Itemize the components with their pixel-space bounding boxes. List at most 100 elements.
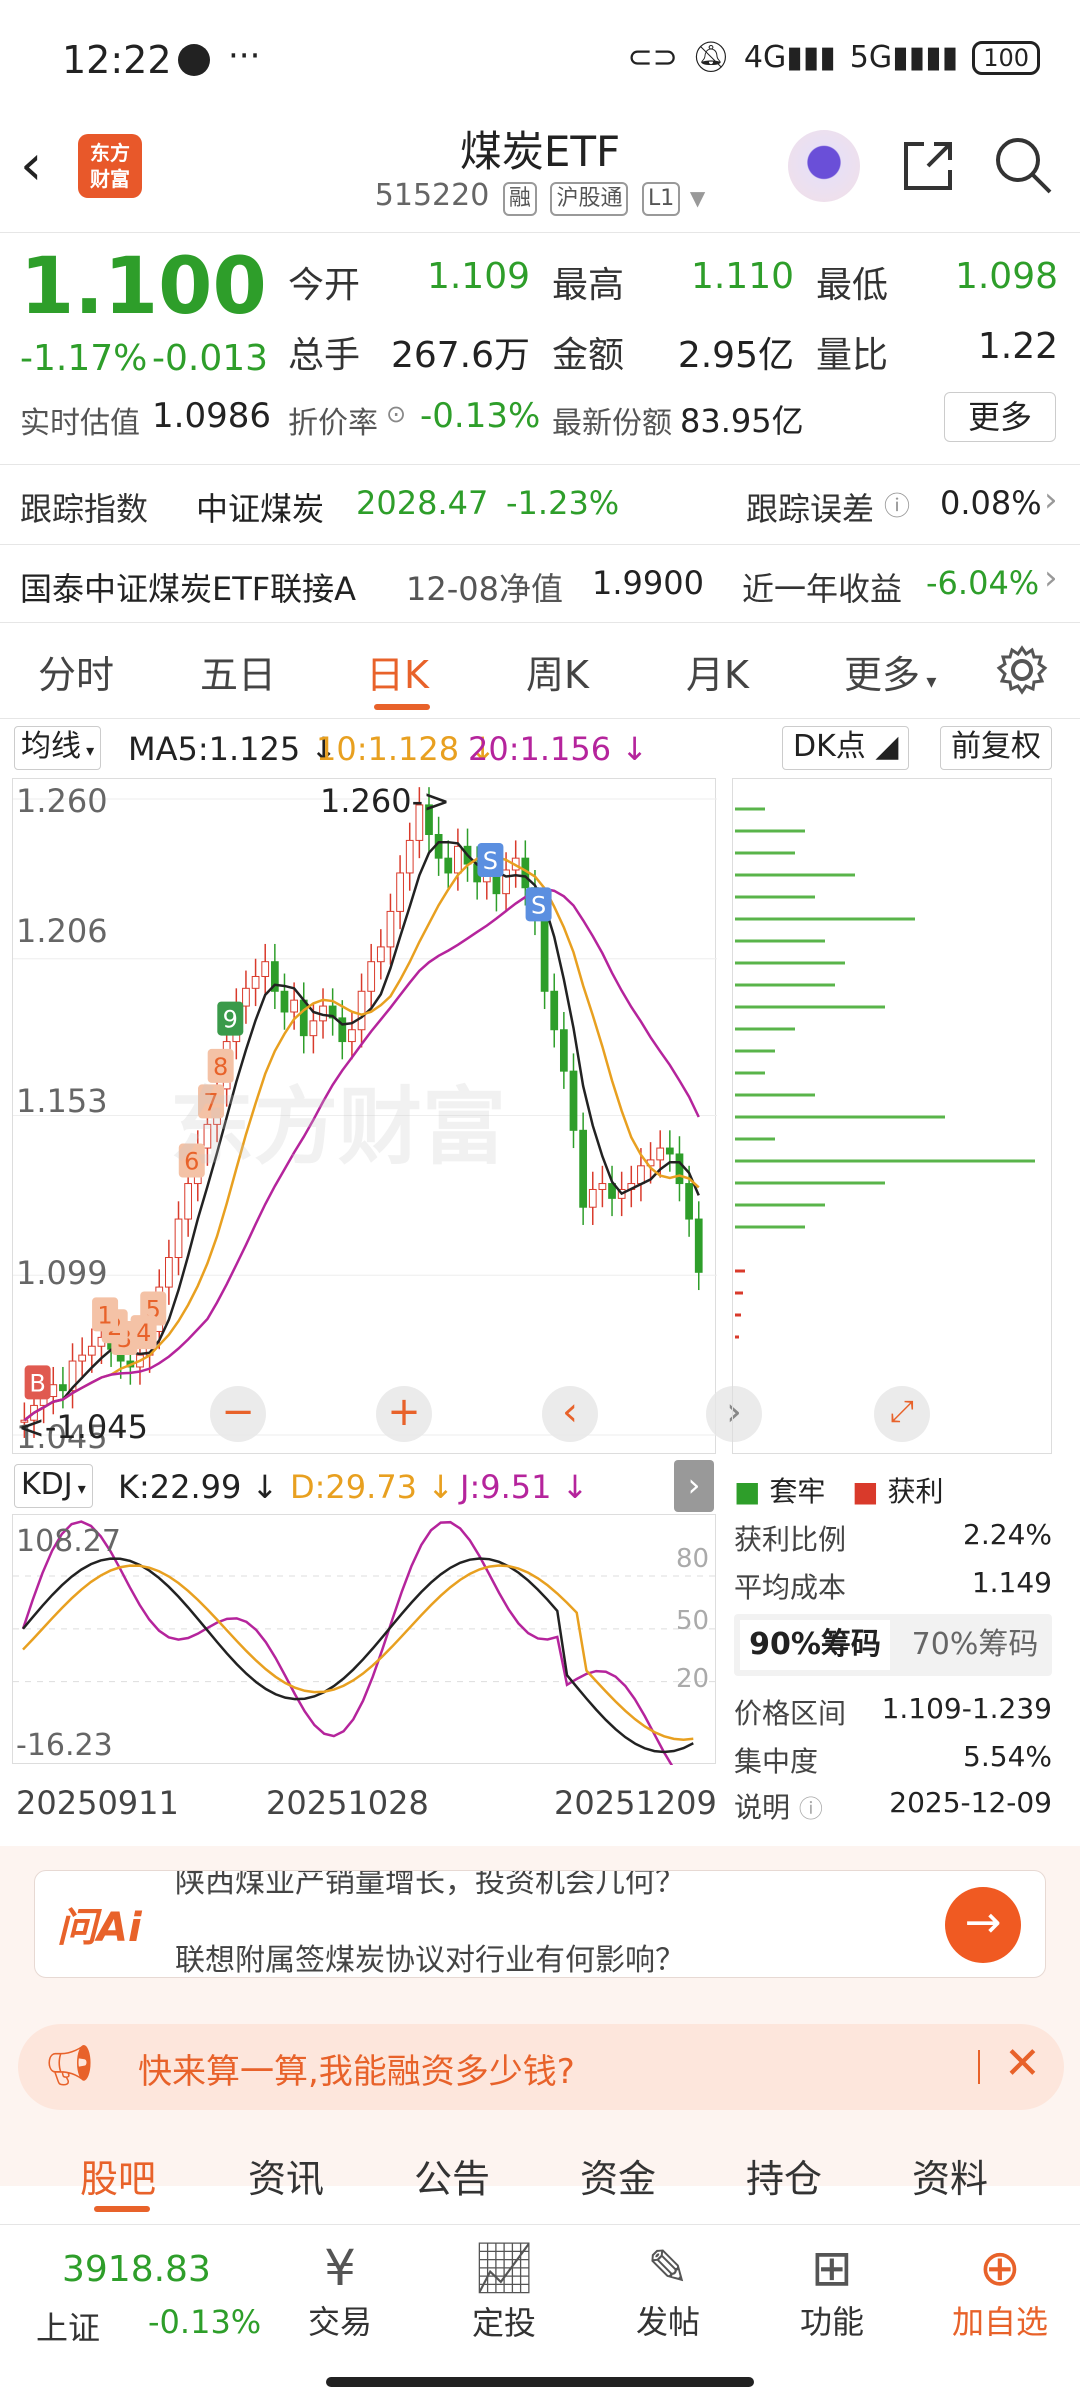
tab-more[interactable]: 更多 ▾ [844, 644, 936, 699]
ai-send-arrow-icon[interactable]: → [945, 1887, 1021, 1963]
help-icon[interactable]: ⓘ [884, 486, 910, 523]
share-icon[interactable] [898, 136, 958, 196]
low-label: 最低 [816, 265, 889, 306]
signal-marker[interactable]: 9 [217, 1001, 244, 1036]
watermark: 东方财富 [170, 1078, 507, 1176]
chevron-right-icon[interactable]: › [1044, 558, 1058, 598]
candle [396, 872, 404, 912]
signal-marker[interactable]: S [525, 887, 552, 922]
tracking-index-change: -1.23% [506, 484, 620, 522]
candle [550, 990, 559, 1031]
chart-icon: 📈︎ [472, 2239, 536, 2297]
info-icon[interactable]: ⓘ [799, 1795, 823, 1823]
tab-timeshare[interactable]: 分时 [38, 644, 114, 699]
subtab-holdings[interactable]: 持仓 [746, 2148, 822, 2203]
scroll-left-button[interactable]: ‹ [542, 1386, 598, 1442]
index-value[interactable]: 3918.83 [62, 2249, 211, 2290]
adjust-button[interactable]: 前复权 [940, 726, 1052, 770]
candle [59, 1384, 67, 1392]
tab-five-day[interactable]: 五日 [200, 644, 276, 699]
ma20-value: 20:1.156 ↓ [468, 730, 649, 768]
tab-chip-90[interactable]: 90%筹码 [740, 1620, 890, 1670]
assistant-avatar[interactable] [788, 130, 860, 202]
candle [280, 990, 289, 1013]
dropdown-icon[interactable]: ▼ [690, 186, 705, 210]
linked-return-label: 近一年收益 [742, 570, 903, 608]
ai-question-1[interactable]: 陕西煤业产销量增长，投资机会几何？ [175, 1871, 685, 1901]
settings-icon[interactable] [996, 644, 1048, 696]
candle [685, 1183, 693, 1220]
tab-monthly-k[interactable]: 月K [686, 644, 749, 699]
zoom-in-button[interactable]: + [376, 1386, 432, 1442]
chevron-right-icon[interactable]: › [1044, 480, 1058, 520]
price-range-label: 价格区间 [734, 1697, 847, 1730]
linked-nav-value: 1.9900 [592, 564, 704, 602]
ma-selector[interactable]: 均线 ▾ [14, 726, 102, 770]
candle [405, 839, 414, 874]
tab-chip-70[interactable]: 70%筹码 [900, 1620, 1050, 1670]
tracking-index-name[interactable]: 中证煤炭 [196, 484, 324, 530]
more-button[interactable]: 更多 [944, 392, 1056, 442]
index-name[interactable]: 上证 [36, 2303, 100, 2349]
link-icon: ⊂⊃ [627, 40, 678, 75]
signal-marker[interactable]: B [24, 1365, 51, 1400]
current-price: 1.100 [20, 242, 267, 332]
bottom-nav: 3918.83 上证 -0.13% ¥ 交易 📈︎ 定投 ✎ 发帖 ⊞ 功能 ⊕ 加自选 [0, 2224, 1080, 2400]
subtab-funds[interactable]: 资金 [580, 2148, 656, 2203]
nav-post[interactable]: ✎ 发帖 [618, 2239, 718, 2343]
subtab-forum[interactable]: 股吧 [80, 2148, 156, 2203]
ai-question-2[interactable]: 联想附属签煤炭协议对行业有何影响？ [175, 1935, 685, 1977]
ai-card[interactable]: 问Ai 陕西煤业产销量增长，投资机会几何？ 联想附属签煤炭协议对行业有何影响？ … [34, 1870, 1046, 1978]
chip-distribution[interactable] [732, 778, 1052, 1454]
nav-add-watchlist[interactable]: ⊕ 加自选 [940, 2239, 1060, 2343]
shares-label: 最新份额 [552, 406, 672, 441]
tracking-index-value: 2028.47 [356, 484, 489, 522]
subtab-announcements[interactable]: 公告 [414, 2148, 490, 2203]
linked-nav-label: 12-08净值 [406, 570, 563, 608]
edit-icon: ✎ [647, 2239, 689, 2297]
subtab-news[interactable]: 资讯 [248, 2148, 324, 2203]
search-icon[interactable] [992, 134, 1054, 196]
signal-marker[interactable]: S [477, 842, 504, 877]
shares-value: 83.95亿 [680, 402, 804, 440]
nav-trade[interactable]: ¥ 交易 [290, 2239, 390, 2343]
kdj-d: D:29.73 ↓ [290, 1468, 455, 1506]
kdj-d-line [22, 1564, 694, 1741]
signal-marker[interactable]: 1 [92, 1297, 119, 1332]
zoom-out-button[interactable]: − [210, 1386, 266, 1442]
candle [251, 975, 260, 989]
index-change[interactable]: -0.13% [148, 2303, 261, 2341]
chip-legend: ■ 套牢 ■ 获利 [734, 1475, 944, 1508]
discount-info-icon[interactable]: ⊙ [386, 400, 406, 428]
candle [637, 1165, 645, 1185]
kdj-grid-50: 50 [676, 1606, 710, 1636]
subtab-profile[interactable]: 资料 [912, 2148, 988, 2203]
candle [348, 1029, 356, 1043]
volume-ratio-label: 量比 [816, 335, 889, 376]
nav-functions[interactable]: ⊞ 功能 [782, 2239, 882, 2343]
tab-daily-k[interactable]: 日K [366, 644, 429, 699]
open-value: 1.109 [426, 256, 530, 297]
y-label-4: 1.099 [16, 1254, 108, 1292]
candle [367, 961, 376, 992]
nav-invest-plan[interactable]: 📈︎ 定投 [454, 2239, 554, 2344]
candle [540, 916, 549, 992]
candle [559, 1029, 568, 1072]
tag-connect: 沪股通 [550, 182, 629, 216]
tab-weekly-k[interactable]: 周K [526, 644, 589, 699]
home-indicator [326, 2377, 754, 2387]
dk-button[interactable]: DK点 ◢ [782, 726, 910, 770]
candle [598, 1183, 607, 1190]
kdj-selector[interactable]: KDJ ▾ [14, 1464, 93, 1508]
x-label-3: 20251209 [554, 1784, 717, 1822]
mute-icon: 🔕︎ [691, 40, 730, 75]
kdj-j: J:9.51 ↓ [460, 1468, 589, 1506]
expand-panel-icon[interactable]: › [674, 1460, 714, 1512]
tracking-label: 跟踪指数 [20, 490, 149, 528]
candle [290, 999, 298, 1013]
avg-cost-label: 平均成本 [734, 1571, 847, 1604]
add-circle-icon: ⊕ [979, 2239, 1021, 2297]
linked-fund-name[interactable]: 国泰中证煤炭ETF联接A [20, 564, 356, 610]
close-icon[interactable]: ✕ [1004, 2038, 1041, 2089]
promo-banner[interactable]: 📢︎ 快来算一算,我能融资多少钱? ✕ [18, 2024, 1064, 2110]
